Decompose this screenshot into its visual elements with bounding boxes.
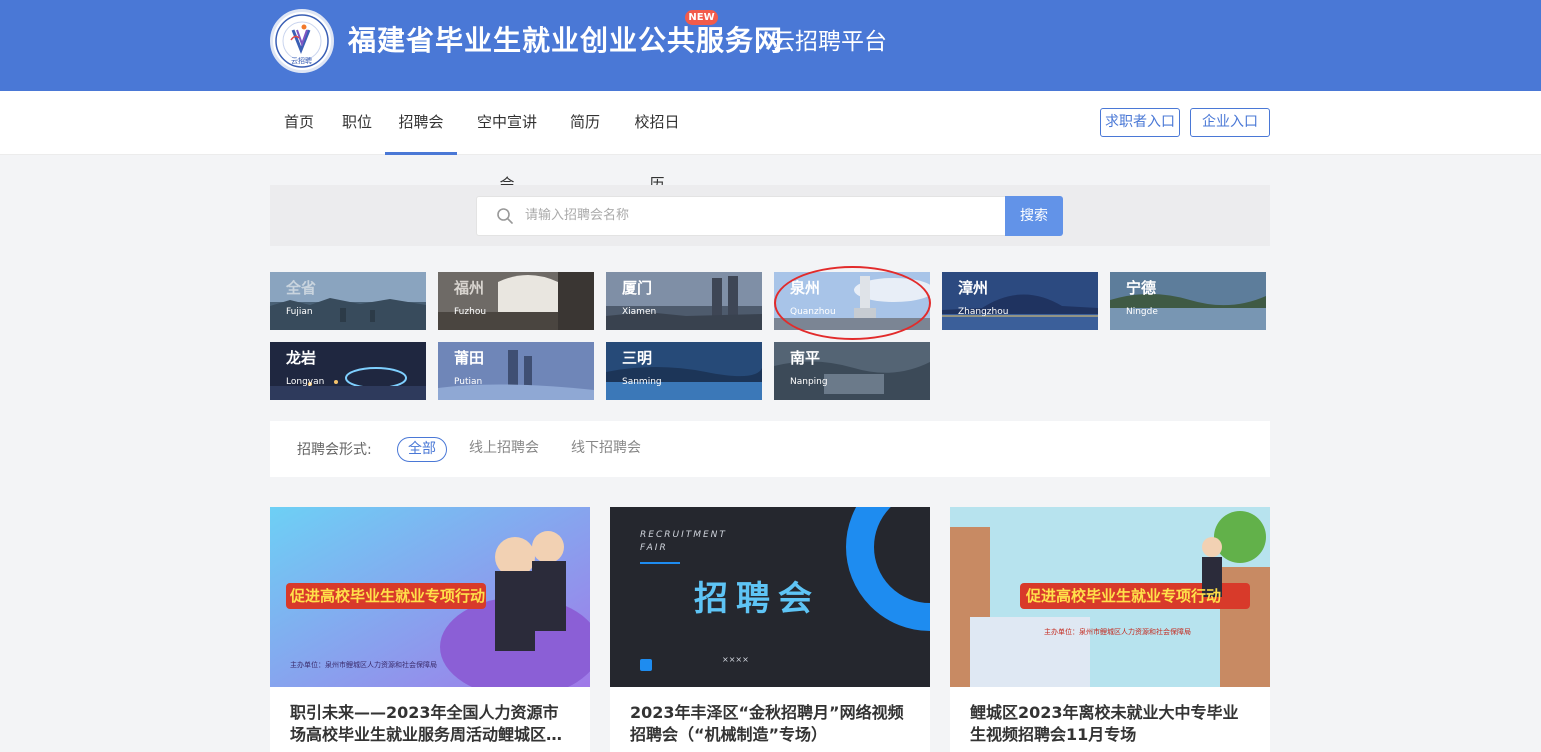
city-pinyin: Putian bbox=[454, 377, 483, 387]
fair-card-title[interactable]: 职引未来——2023年全国人力资源市场高校毕业生就业服务周活动鲤城区… bbox=[290, 702, 570, 746]
city-name: 福州 bbox=[454, 279, 485, 297]
poster-banner-text: 促进高校毕业生就业专项行动 bbox=[290, 587, 486, 605]
main-nav: 首页 职位 招聘会 空中宣讲会 简历 校招日历 求职者入口 企业入口 bbox=[0, 91, 1541, 193]
search-button[interactable]: 搜索 bbox=[1005, 196, 1063, 236]
fair-card-title[interactable]: 2023年丰泽区“金秋招聘月”网络视频招聘会（“机械制造”专场） bbox=[630, 702, 910, 746]
fair-card-image: 促进高校毕业生就业专项行动 主办单位：泉州市鲤城区人力资源和社会保障局 bbox=[270, 507, 590, 687]
fair-card-image: 促进高校毕业生就业专项行动 主办单位：泉州市鲤城区人力资源和社会保障局 bbox=[950, 507, 1270, 687]
city-tile-zhangzhou[interactable]: 漳州 Zhangzhou bbox=[942, 272, 1098, 330]
city-pinyin: Nanping bbox=[790, 377, 828, 387]
city-pinyin: Fujian bbox=[286, 307, 313, 317]
search-icon bbox=[497, 208, 513, 224]
filter-online[interactable]: 线上招聘会 bbox=[466, 437, 542, 462]
filter-label: 招聘会形式: bbox=[297, 442, 372, 458]
city-tile-fuzhou[interactable]: 福州 Fuzhou bbox=[438, 272, 594, 330]
city-pinyin: Ningde bbox=[1126, 307, 1158, 317]
new-badge: NEW bbox=[685, 10, 718, 25]
fair-card-title[interactable]: 鲤城区2023年离校未就业大中专毕业生视频招聘会11月专场 bbox=[970, 702, 1250, 746]
city-name: 三明 bbox=[622, 349, 653, 367]
brand-subtitle: 云招聘平台 bbox=[772, 29, 887, 55]
city-tile-fujian[interactable]: 全省 Fujian bbox=[270, 272, 426, 330]
city-pinyin: Sanming bbox=[622, 377, 662, 387]
city-name: 宁德 bbox=[1126, 279, 1157, 297]
fair-card-image: RECRUITMENT FAIR 招聘会 ×××× bbox=[610, 507, 930, 687]
fair-card[interactable]: 促进高校毕业生就业专项行动 主办单位：泉州市鲤城区人力资源和社会保障局 鲤城区2… bbox=[950, 507, 1270, 752]
nav-air-presentations[interactable]: 空中宣讲会 bbox=[471, 91, 543, 193]
city-name: 厦门 bbox=[622, 279, 653, 297]
city-name: 漳州 bbox=[958, 279, 989, 297]
poster-banner-text: 招聘会 bbox=[694, 579, 820, 619]
city-pinyin: Xiamen bbox=[622, 307, 657, 317]
nav-resume[interactable]: 简历 bbox=[570, 91, 600, 155]
city-pinyin: Longyan bbox=[286, 377, 325, 387]
site-logo[interactable]: 云招聘 bbox=[270, 9, 334, 73]
city-tile-sanming[interactable]: 三明 Sanming bbox=[606, 342, 762, 400]
nav-jobs[interactable]: 职位 bbox=[342, 91, 372, 155]
brand-title: 福建省毕业生就业创业公共服务网 bbox=[348, 24, 784, 57]
city-name: 南平 bbox=[790, 349, 821, 367]
poster-banner-text: 促进高校毕业生就业专项行动 bbox=[1026, 587, 1222, 605]
city-name: 莆田 bbox=[454, 349, 485, 367]
search-placeholder: 请输入招聘会名称 bbox=[525, 208, 630, 223]
poster-decoration-marks: ×××× bbox=[722, 655, 749, 664]
filter-all[interactable]: 全部 bbox=[397, 437, 447, 462]
nav-job-fairs[interactable]: 招聘会 bbox=[385, 91, 457, 155]
city-name: 龙岩 bbox=[286, 349, 317, 367]
poster-organizer: 主办单位：泉州市鲤城区人力资源和社会保障局 bbox=[290, 661, 437, 669]
city-pinyin: Zhangzhou bbox=[958, 307, 1009, 317]
nav-campus-calendar[interactable]: 校招日历 bbox=[628, 91, 686, 193]
fair-card[interactable]: 促进高校毕业生就业专项行动 主办单位：泉州市鲤城区人力资源和社会保障局 职引未来… bbox=[270, 507, 590, 752]
city-pinyin: Fuzhou bbox=[454, 307, 487, 317]
city-name: 全省 bbox=[286, 279, 317, 297]
city-tile-putian[interactable]: 莆田 Putian bbox=[438, 342, 594, 400]
highlight-circle bbox=[774, 266, 931, 340]
logo-text: 云招聘 bbox=[291, 57, 312, 65]
city-tile-ningde[interactable]: 宁德 Ningde bbox=[1110, 272, 1266, 330]
city-tile-nanping[interactable]: 南平 Nanping bbox=[774, 342, 930, 400]
city-tile-longyan[interactable]: 龙岩 Longyan bbox=[270, 342, 426, 400]
jobseeker-entry-button[interactable]: 求职者入口 bbox=[1100, 108, 1180, 137]
fair-card[interactable]: RECRUITMENT FAIR 招聘会 ×××× 2023年丰泽区“金秋招聘月… bbox=[610, 507, 930, 752]
nav-home[interactable]: 首页 bbox=[284, 91, 314, 155]
filter-offline[interactable]: 线下招聘会 bbox=[568, 437, 644, 462]
poster-organizer: 主办单位：泉州市鲤城区人力资源和社会保障局 bbox=[1044, 628, 1191, 636]
company-entry-button[interactable]: 企业入口 bbox=[1190, 108, 1270, 137]
poster-english-text: RECRUITMENT FAIR bbox=[640, 530, 727, 553]
city-tile-xiamen[interactable]: 厦门 Xiamen bbox=[606, 272, 762, 330]
